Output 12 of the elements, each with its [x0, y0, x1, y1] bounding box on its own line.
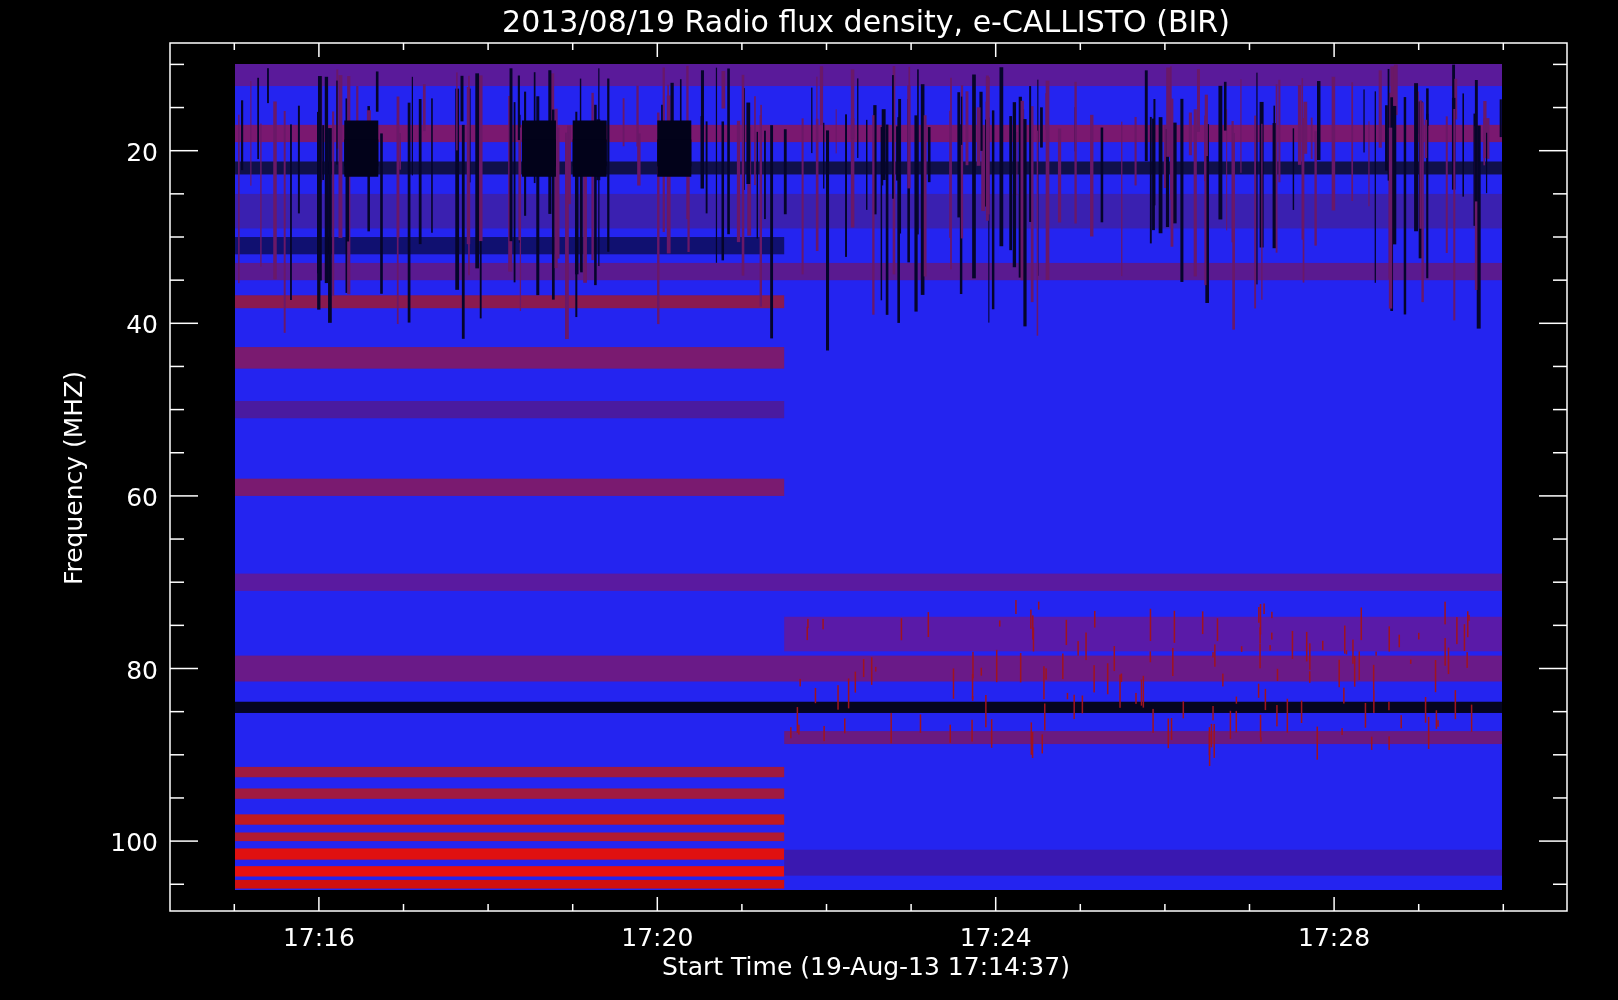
- axis-title: Frequency (MHZ): [59, 370, 88, 586]
- tick-label: 40: [126, 310, 158, 340]
- tick-label: 60: [126, 482, 158, 512]
- tick-label: 80: [126, 655, 158, 685]
- tick-label: 20: [126, 137, 158, 167]
- tick-label: 17:16: [282, 923, 355, 952]
- tick-label: 17:20: [621, 923, 694, 952]
- tick-label: 100: [110, 828, 158, 858]
- tick-label: 17:28: [1298, 923, 1371, 952]
- axis-title: Start Time (19-Aug-13 17:14:37): [662, 952, 1070, 981]
- tick-label: 17:24: [959, 923, 1032, 952]
- chart-title: 2013/08/19 Radio flux density, e-CALLISTO (BIR): [502, 4, 1230, 39]
